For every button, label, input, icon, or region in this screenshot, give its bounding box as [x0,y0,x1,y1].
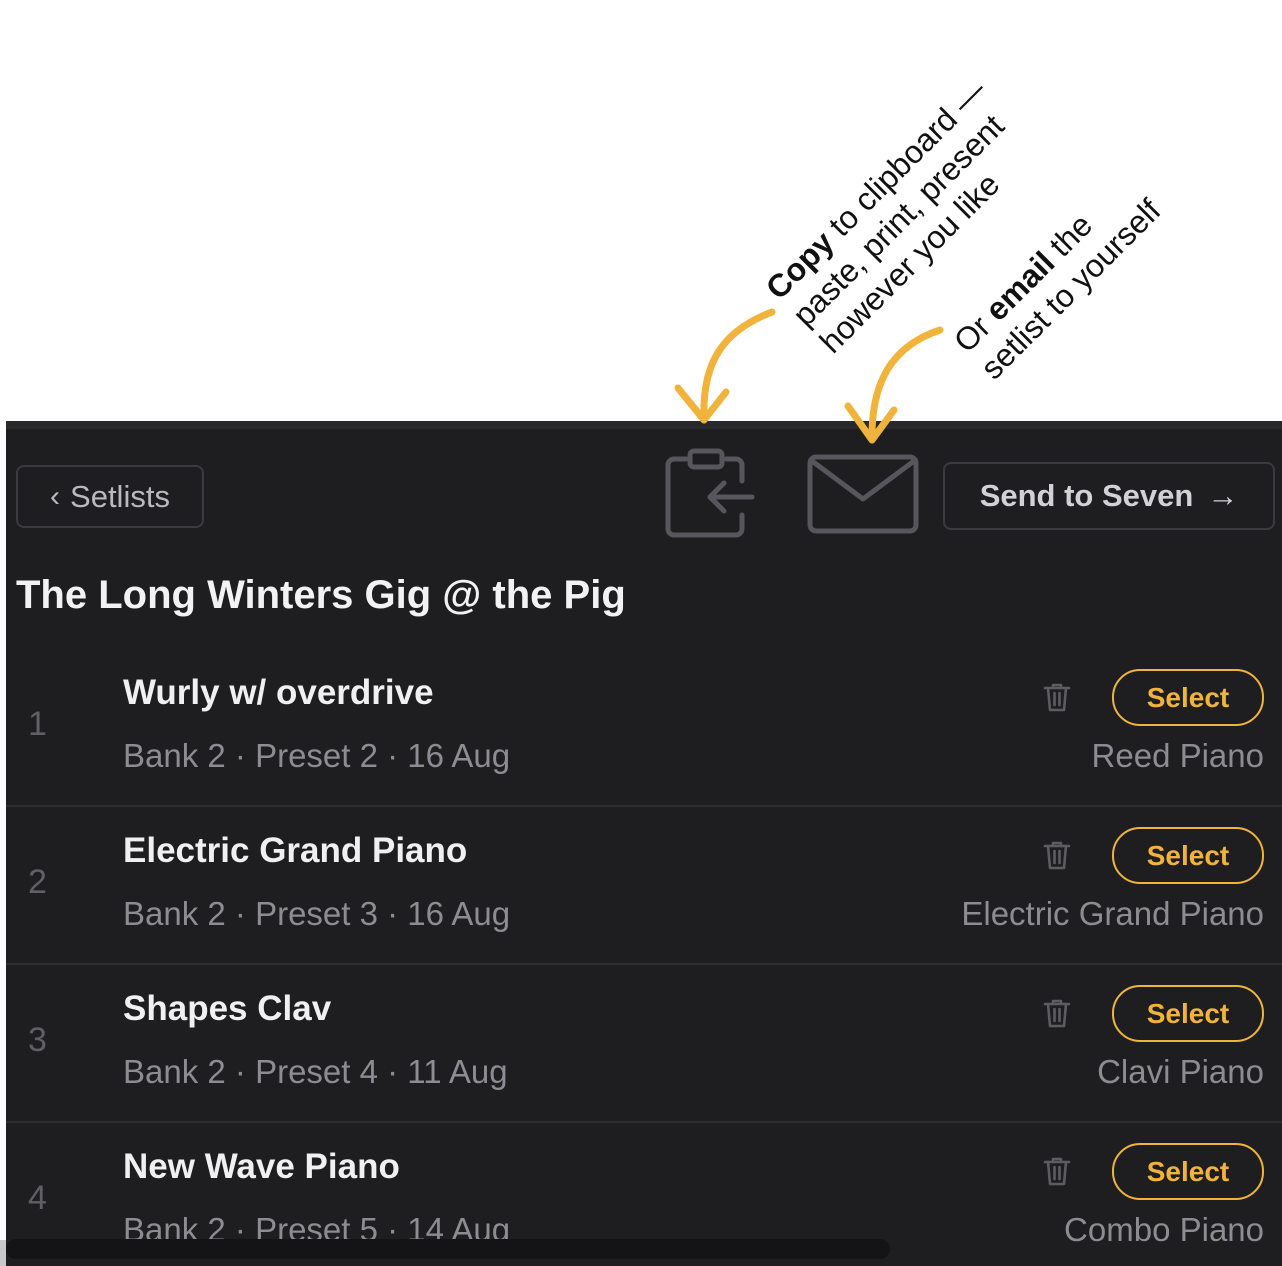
preset-type: Electric Grand Piano [961,895,1264,932]
preset-type: Combo Piano [1064,1211,1264,1248]
preset-meta: Bank 2 · Preset 3 · 16 Aug [123,895,511,932]
back-to-setlists-button[interactable]: ‹ Setlists [16,465,204,528]
setlist-title: The Long Winters Gig @ the Pig [16,573,626,617]
select-button[interactable]: Select [1112,827,1264,884]
clipboard-copy-icon[interactable] [660,445,756,539]
setlist-items: 1 Wurly w/ overdrive Bank 2 · Preset 2 ·… [6,649,1282,1266]
preset-name: Electric Grand Piano [123,831,468,870]
chevron-left-icon: ‹ [50,479,61,513]
select-button[interactable]: Select [1112,669,1264,726]
arrow-right-icon: → [1207,478,1239,513]
trash-icon[interactable] [1042,839,1072,871]
annotation-layer: Copy to clipboard — paste, print, presen… [0,0,1282,425]
row-number: 2 [28,863,47,901]
back-button-label: Setlists [70,478,170,514]
preset-name: Shapes Clav [123,989,332,1028]
select-button[interactable]: Select [1112,1143,1264,1200]
trash-icon[interactable] [1042,1155,1072,1187]
trash-icon[interactable] [1042,681,1072,713]
horizontal-scrollbar[interactable] [6,1239,890,1259]
row-number: 1 [28,705,47,743]
mail-icon[interactable] [806,453,920,535]
panel-top-border [6,421,1282,429]
setlist-app-panel: ‹ Setlists Send to Seven → The Long Wint… [6,421,1282,1266]
setlist-row: 3 Shapes Clav Bank 2 · Preset 4 · 11 Aug… [6,965,1282,1123]
setlist-row: 1 Wurly w/ overdrive Bank 2 · Preset 2 ·… [6,649,1282,807]
setlist-row: 2 Electric Grand Piano Bank 2 · Preset 3… [6,807,1282,965]
preset-name: New Wave Piano [123,1147,400,1186]
send-to-seven-button[interactable]: Send to Seven → [943,462,1275,530]
send-button-label: Send to Seven [979,478,1194,513]
preset-type: Clavi Piano [1097,1053,1264,1090]
select-button[interactable]: Select [1112,985,1264,1042]
preset-meta: Bank 2 · Preset 4 · 11 Aug [123,1053,508,1090]
preset-type: Reed Piano [1091,737,1264,774]
row-number: 4 [28,1179,47,1217]
preset-name: Wurly w/ overdrive [123,673,434,712]
scrollbar-edge [0,1240,6,1266]
preset-meta: Bank 2 · Preset 2 · 16 Aug [123,737,511,774]
row-number: 3 [28,1021,47,1059]
trash-icon[interactable] [1042,997,1072,1029]
